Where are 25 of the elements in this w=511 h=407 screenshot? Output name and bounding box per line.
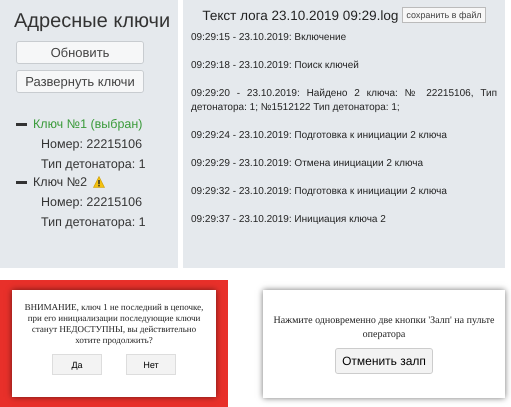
dialog-message: Нажмите одновременно две кнопки 'Залп' на пульте оператора [273, 314, 495, 342]
log-entry: 09:29:37 - 23.10.2019: Инициация ключа 2 [191, 213, 387, 227]
log-entry: 09:29:24 - 23.10.2019: Подготовка к инициации 2 ключа [191, 129, 448, 143]
dialog-button[interactable]: Да [52, 354, 102, 375]
save-button[interactable]: сохранить в файл [402, 7, 486, 23]
log-entry: 09:29:32 - 23.10.2019: Подготовка к инициации 2 ключа [191, 185, 448, 199]
log-entry: 09:29:29 - 23.10.2019: Отмена инициации 2 ключа [191, 157, 424, 171]
detonator-type: Тип детонатора: 1 [40, 215, 147, 229]
key-label[interactable]: Ключ №2 [33, 175, 88, 189]
panel-button[interactable]: Развернуть ключи [16, 70, 144, 93]
panel-title: Адресные ключи [14, 10, 172, 33]
key-number: Номер: 22215106 [40, 137, 144, 151]
log-entry: 09:29:18 - 23.10.2019: Поиск ключей [191, 59, 360, 73]
collapse-icon[interactable] [16, 122, 27, 126]
cancel-button[interactable]: Отменить залп [335, 348, 433, 374]
log-title: Текст лога 23.10.2019 09:29.log [202, 8, 398, 22]
log-entry: 09:29:15 - 23.10.2019: Включение [191, 31, 348, 45]
log-entry: 09:29:20 - 23.10.2019: Найдено 2 ключа: № 22215106, Тип детонатора: 1; №1512122 Тип детонатора: 1; [191, 87, 497, 115]
panel-button[interactable]: Обновить [16, 41, 144, 64]
warning-icon [93, 176, 106, 188]
detonator-type: Тип детонатора: 1 [40, 157, 147, 171]
key-number: Номер: 22215106 [40, 195, 144, 209]
collapse-icon[interactable] [16, 180, 27, 184]
dialog-button[interactable]: Нет [126, 354, 176, 375]
dialog-message: ВНИМАНИЕ, ключ 1 не последний в цепочке, при его инициализации последующие ключи станут НЕДОСТУПНЫ, вы действительно хотите продолжить? [24, 302, 204, 346]
